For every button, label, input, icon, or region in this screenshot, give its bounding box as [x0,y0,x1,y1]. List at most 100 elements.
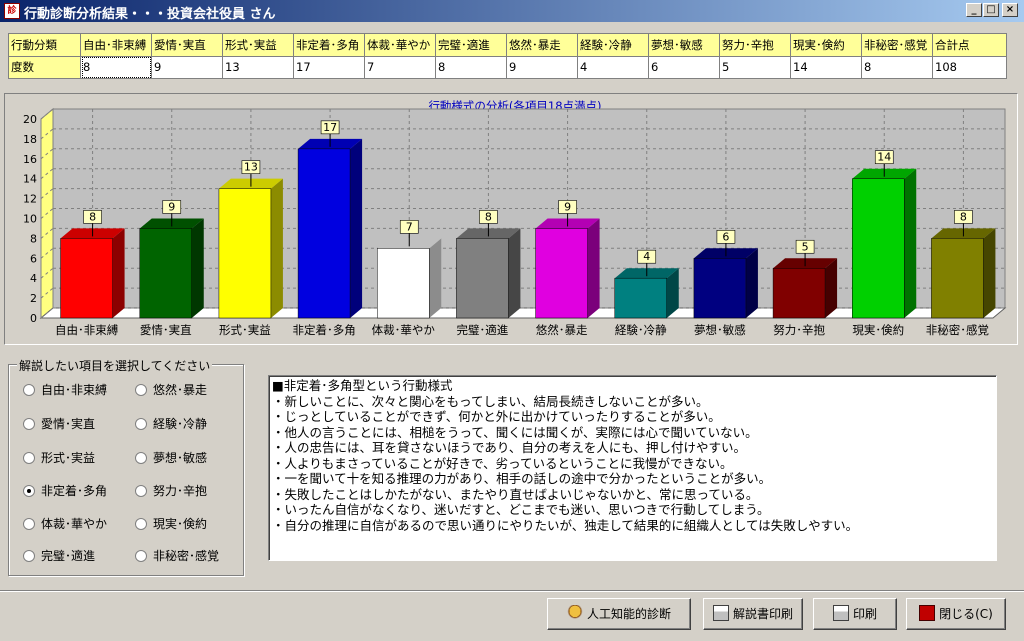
data-label: 5 [802,240,809,253]
radio-option[interactable]: 自由･非束縛 [23,381,107,398]
x-tick-label: 自由･非束縛 [55,323,119,337]
radio-icon [23,518,35,530]
bar [693,258,747,319]
printer-icon [712,605,729,621]
radio-icon [23,384,35,396]
bar-side [587,218,600,318]
bar-side [904,168,917,318]
x-tick-label: 経験･冷静 [615,323,667,337]
description-line: ・新しいことに、次々と関心をもってしまい、結局長続きしないことが多い。 [272,393,709,409]
data-label: 8 [89,210,96,223]
print-button[interactable]: 印刷 [813,598,897,630]
table-cell[interactable]: 7 [364,55,436,79]
radio-icon [135,452,147,464]
radio-icon [135,550,147,562]
description-textbox[interactable]: ■非定着･多角型という行動様式 ・新しいことに、次々と関心をもってしまい、結局長… [268,375,997,561]
x-tick-label: 愛情･実直 [140,323,192,337]
data-label: 13 [244,161,258,174]
bar [456,238,509,319]
score-table: 行動分類 自由･非束縛 愛情･実直 形式･実益 非定着･多角 体裁･華やか 完璧… [8,33,1007,79]
bar [297,148,351,319]
bar [218,188,272,319]
table-header-cell: 非定着･多角 [293,33,365,57]
radio-icon [135,518,147,530]
table-header-cell: 自由･非束縛 [80,33,152,57]
y-tick-label: 12 [23,193,37,206]
radio-option[interactable]: 形式･実益 [23,449,95,466]
y-tick-label: 2 [30,292,37,305]
table-cell[interactable]: 8 [80,55,152,79]
description-line: ・いったん自信がなくなり、迷いだすと、どこまでも迷い、思いつきで行動してしまう。 [272,502,770,517]
person-icon [566,605,583,621]
table-cell[interactable]: 9 [151,55,223,79]
table-cell[interactable]: 5 [719,55,791,79]
table-cell[interactable]: 4 [577,55,649,79]
radio-option[interactable]: 非定着･多角 [23,482,107,499]
radio-option[interactable]: 現実･倹約 [135,515,207,532]
printer-icon [832,605,849,621]
x-tick-label: 現実･倹約 [852,323,904,337]
minimize-button[interactable]: _ [966,3,982,17]
bar [60,238,113,319]
table-header-cell: 夢想･敏感 [648,33,720,57]
table-cell[interactable]: 17 [293,55,365,79]
bar-side [745,248,758,318]
radio-option[interactable]: 悠然･暴走 [135,381,207,398]
table-cell[interactable]: 108 [932,55,1007,79]
bar-side [270,178,283,318]
item-selector-group: 解説したい項目を選択してください 自由･非束縛 愛情･実直 形式･実益 非定着･… [8,357,244,576]
bar-side [825,258,838,318]
data-label: 9 [564,200,571,213]
bar-chart: 行動様式の分析(各項目18点満点)024681012141618208自由･非束… [23,99,1007,337]
separator [0,590,1024,592]
table-cell[interactable]: 8 [435,55,507,79]
table-header-cell: 行動分類 [8,33,81,57]
radio-option[interactable]: 愛情･実直 [23,415,95,432]
table-cell[interactable]: 8 [861,55,933,79]
table-cell[interactable]: 9 [506,55,578,79]
table-cell[interactable]: 14 [790,55,862,79]
table-row: 度数 8 9 13 17 7 8 9 4 6 5 14 8 108 [8,55,1007,79]
chart-panel: 行動様式の分析(各項目18点満点) 0 2 4 6 8 10 12 14 16 18 20 8 自由･非束… [4,93,1018,345]
close-button[interactable]: 閉じる(C) [906,598,1006,630]
y-tick-label: 6 [30,252,37,265]
maximize-button[interactable]: □ [983,3,999,17]
radio-option[interactable]: 努力･辛抱 [135,482,207,499]
description-line: ・人の忠告には、耳を貸さないほうであり、自分の考えを人にも、押し付けやすい。 [272,440,747,455]
data-label: 9 [168,200,175,213]
x-tick-label: 形式･実益 [219,323,271,337]
description-line: ・じっとしていることができず、何かと外に出かけていったりすることが多い。 [272,409,721,424]
table-row-header: 度数 [8,55,81,79]
ai-diagnosis-button[interactable]: 人工知能的診断 [547,598,691,630]
title-bar[interactable]: 診 行動診断分析結果・・・投資会社役員 さん _ □ × [0,0,1024,22]
data-label: 8 [960,210,967,223]
group-legend: 解説したい項目を選択してください [17,357,213,374]
radio-option[interactable]: 経験･冷静 [135,415,207,432]
description-line: ・人よりもまさっていることが好きで、劣っているということに我慢ができない。 [272,455,733,471]
radio-icon [23,452,35,464]
radio-option[interactable]: 夢想･敏感 [135,449,207,466]
table-cell[interactable]: 13 [222,55,294,79]
print-manual-button[interactable]: 解説書印刷 [703,598,803,630]
y-tick-label: 20 [23,113,37,126]
table-cell[interactable]: 6 [648,55,720,79]
x-tick-label: 非定着･多角 [292,323,355,337]
radio-option[interactable]: 完璧･適進 [23,547,95,564]
radio-icon [23,418,35,430]
x-tick-label: 努力･辛抱 [773,323,825,337]
table-header-cell: 合計点 [932,33,1007,57]
data-label: 14 [877,151,891,164]
table-header-cell: 愛情･実直 [151,33,223,57]
bar [377,248,430,319]
bar [139,228,192,319]
bar-side [191,218,204,318]
description-line: ・他人の言うことには、相槌をうって、聞くには聞くが、実際には心で聞いていない。 [272,424,758,440]
app-icon: 診 [4,3,20,19]
close-window-button[interactable]: × [1002,3,1018,17]
radio-option[interactable]: 非秘密･感覚 [135,547,219,564]
window-title: 行動診断分析結果・・・投資会社役員 さん [24,7,276,22]
radio-option[interactable]: 体裁･華やか [23,515,107,532]
y-tick-label: 16 [23,153,37,166]
bar-side [429,238,442,318]
bar [931,238,984,319]
